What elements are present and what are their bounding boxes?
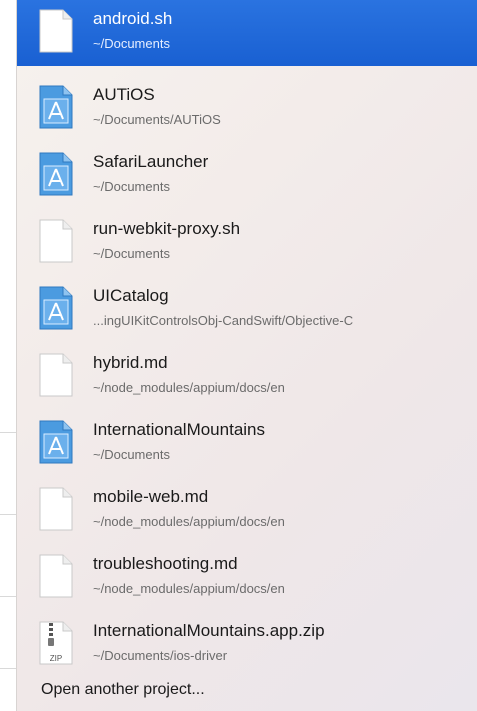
project-path: ~/node_modules/appium/docs/en	[93, 380, 285, 395]
project-name: run-webkit-proxy.sh	[93, 219, 241, 238]
recent-project-item[interactable]: run-webkit-proxy.sh ~/Documents	[17, 210, 477, 276]
project-name: AUTiOS	[93, 85, 155, 104]
zip-archive-icon: ZIP	[39, 621, 73, 665]
recent-project-item[interactable]: InternationalMountains ~/Documents	[17, 411, 477, 477]
project-name: InternationalMountains.app.zip	[93, 621, 325, 640]
project-path: ~/Documents/AUTiOS	[93, 112, 221, 127]
project-path: ~/node_modules/appium/docs/en	[93, 514, 285, 529]
recent-project-item[interactable]: hybrid.md ~/node_modules/appium/docs/en	[17, 344, 477, 410]
project-name: hybrid.md	[93, 353, 168, 372]
xcode-project-icon	[39, 85, 73, 129]
background-window-edge	[0, 0, 16, 711]
document-icon	[39, 219, 73, 263]
project-path: ...ingUIKitControlsObj-CandSwift/Objecti…	[93, 313, 354, 328]
project-name: android.sh	[93, 9, 173, 28]
recent-project-item[interactable]: SafariLauncher ~/Documents	[17, 143, 477, 209]
svg-text:ZIP: ZIP	[50, 654, 62, 663]
project-path: ~/Documents	[93, 447, 170, 462]
document-icon	[39, 9, 73, 53]
document-icon	[39, 487, 73, 531]
project-path: ~/Documents	[93, 36, 170, 51]
project-path: ~/Documents	[93, 179, 170, 194]
project-path: ~/Documents	[93, 246, 170, 261]
project-name: troubleshooting.md	[93, 554, 238, 573]
recent-project-item[interactable]: android.sh ~/Documents	[17, 0, 477, 66]
document-icon	[39, 353, 73, 397]
xcode-project-icon	[39, 420, 73, 464]
recent-project-item[interactable]: UICatalog ...ingUIKitControlsObj-CandSwi…	[17, 277, 477, 343]
recent-projects-menu: android.sh ~/Documents AUTiOS ~/Document…	[16, 0, 477, 711]
recent-project-item[interactable]: mobile-web.md ~/node_modules/appium/docs…	[17, 478, 477, 544]
open-another-project-button[interactable]: Open another project...	[41, 681, 205, 699]
recent-project-item[interactable]: AUTiOS ~/Documents/AUTiOS	[17, 76, 477, 142]
recent-project-item[interactable]: ZIP InternationalMountains.app.zip ~/Doc…	[17, 612, 477, 678]
project-path: ~/Documents/ios-driver	[93, 648, 228, 663]
project-name: mobile-web.md	[93, 487, 209, 506]
xcode-project-icon	[39, 286, 73, 330]
document-icon	[39, 554, 73, 598]
project-name: InternationalMountains	[93, 420, 266, 439]
xcode-project-icon	[39, 152, 73, 196]
recent-project-item[interactable]: troubleshooting.md ~/node_modules/appium…	[17, 545, 477, 611]
project-path: ~/node_modules/appium/docs/en	[93, 581, 285, 596]
project-name: UICatalog	[93, 286, 169, 305]
project-name: SafariLauncher	[93, 152, 209, 171]
